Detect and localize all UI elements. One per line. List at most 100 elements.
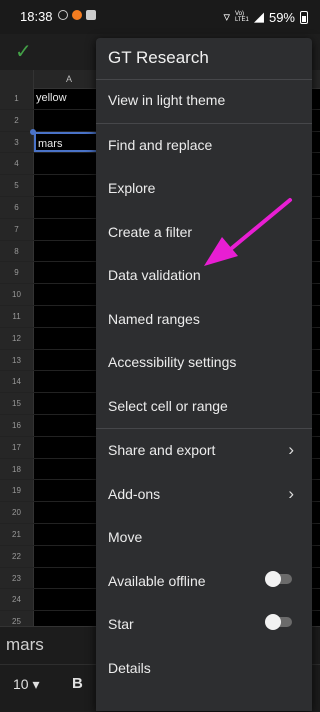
toggle-knob bbox=[265, 614, 281, 630]
cell[interactable] bbox=[34, 567, 104, 589]
chevron-right-icon: › bbox=[288, 484, 294, 503]
row-number[interactable]: 4 bbox=[0, 153, 34, 175]
chevron-right-icon: › bbox=[288, 440, 294, 459]
menu-title: GT Research bbox=[108, 48, 209, 67]
menu-item-label: Explore bbox=[108, 180, 156, 196]
row-number[interactable]: 8 bbox=[0, 240, 34, 262]
wifi-icon: ▿ bbox=[223, 9, 230, 24]
menu-item-add-ons[interactable]: Add-ons › bbox=[96, 473, 312, 516]
battery-icon bbox=[300, 10, 308, 24]
menu-item-details[interactable]: Details bbox=[96, 647, 312, 690]
row-number[interactable]: 23 bbox=[0, 567, 34, 589]
cell[interactable] bbox=[34, 502, 104, 523]
gallery-notification-icon bbox=[86, 10, 96, 20]
available-offline-toggle[interactable] bbox=[265, 571, 292, 587]
menu-item-move[interactable]: Move bbox=[96, 516, 312, 559]
cell[interactable] bbox=[34, 218, 104, 240]
row-number[interactable]: 2 bbox=[0, 109, 34, 131]
toggle-knob bbox=[265, 571, 281, 587]
row-number[interactable]: 17 bbox=[0, 436, 34, 458]
menu-item-accessibility-settings[interactable]: Accessibility settings bbox=[96, 341, 312, 384]
cell[interactable] bbox=[34, 414, 104, 436]
cell[interactable] bbox=[34, 371, 104, 393]
row-number[interactable]: 7 bbox=[0, 218, 34, 240]
menu-item-label: Share and export bbox=[108, 442, 216, 458]
cell[interactable] bbox=[34, 153, 104, 175]
menu-item-view-light-theme[interactable]: View in light theme bbox=[96, 79, 312, 122]
checkmark-icon[interactable]: ✓ bbox=[15, 39, 32, 64]
network-label: Vo) LTE1 bbox=[234, 11, 249, 23]
row-number[interactable]: 5 bbox=[0, 175, 34, 196]
selected-cell[interactable]: mars bbox=[34, 131, 104, 153]
cell[interactable] bbox=[34, 327, 104, 349]
menu-item-data-validation[interactable]: Data validation bbox=[96, 254, 312, 297]
select-all-corner[interactable] bbox=[0, 70, 34, 88]
row-number[interactable]: 9 bbox=[0, 262, 34, 284]
row-number[interactable]: 10 bbox=[0, 284, 34, 305]
row-number[interactable]: 15 bbox=[0, 393, 34, 414]
status-bar: 18:38 ▿ Vo) LTE1 ◢ 59% bbox=[0, 0, 320, 34]
cell[interactable] bbox=[34, 458, 104, 480]
row-number[interactable]: 24 bbox=[0, 589, 34, 611]
row-number[interactable]: 19 bbox=[0, 480, 34, 502]
cell[interactable] bbox=[34, 196, 104, 218]
menu-item-named-ranges[interactable]: Named ranges bbox=[96, 298, 312, 341]
cell[interactable] bbox=[34, 393, 104, 414]
notification-icon bbox=[58, 10, 68, 20]
menu-item-label: Find and replace bbox=[108, 137, 213, 153]
selection-handle[interactable] bbox=[30, 128, 36, 135]
column-header-a[interactable]: A bbox=[33, 70, 105, 88]
menu-item-star[interactable]: Star bbox=[96, 603, 312, 646]
formula-value[interactable]: mars bbox=[6, 635, 44, 655]
overflow-menu: GT Research View in light theme Find and… bbox=[96, 38, 312, 711]
row-number[interactable]: 3 bbox=[0, 131, 34, 153]
menu-item-label: Details bbox=[108, 660, 151, 676]
cell[interactable] bbox=[34, 109, 104, 131]
cell[interactable] bbox=[34, 436, 104, 458]
battery-percent: 59% bbox=[268, 9, 295, 25]
row-number[interactable]: 11 bbox=[0, 305, 34, 327]
row-number[interactable]: 16 bbox=[0, 414, 34, 436]
row-number[interactable]: 6 bbox=[0, 196, 34, 218]
cell[interactable] bbox=[34, 305, 104, 327]
row-number[interactable]: 13 bbox=[0, 349, 34, 371]
row-number[interactable]: 18 bbox=[0, 458, 34, 480]
menu-item-label: Create a filter bbox=[108, 224, 193, 240]
menu-item-share-export[interactable]: Share and export › bbox=[96, 429, 312, 472]
cell[interactable]: yellow bbox=[34, 88, 104, 109]
menu-item-label: Move bbox=[108, 529, 143, 545]
app-notification-icon bbox=[72, 10, 82, 20]
notification-icons bbox=[58, 10, 96, 20]
cell[interactable] bbox=[34, 589, 104, 611]
row-number[interactable]: 22 bbox=[0, 545, 34, 567]
menu-item-find-replace[interactable]: Find and replace bbox=[96, 124, 312, 167]
cell[interactable] bbox=[34, 262, 104, 284]
menu-item-label: Star bbox=[108, 616, 134, 632]
cell[interactable] bbox=[34, 523, 104, 545]
cell[interactable] bbox=[34, 240, 104, 262]
cell[interactable] bbox=[34, 545, 104, 567]
font-size-value: 10 bbox=[13, 676, 29, 692]
row-number[interactable]: 20 bbox=[0, 502, 34, 523]
bold-button[interactable]: B bbox=[72, 675, 83, 692]
row-number[interactable]: 12 bbox=[0, 327, 34, 349]
cell[interactable] bbox=[34, 175, 104, 196]
signal-icon: ◢ bbox=[253, 9, 264, 24]
menu-item-label: Data validation bbox=[108, 267, 201, 283]
cell[interactable] bbox=[34, 349, 104, 371]
menu-item-label: Select cell or range bbox=[108, 398, 228, 414]
status-time: 18:38 bbox=[20, 9, 53, 24]
menu-item-label: Add-ons bbox=[108, 486, 161, 502]
cell[interactable] bbox=[34, 480, 104, 502]
star-toggle[interactable] bbox=[265, 614, 292, 630]
menu-item-available-offline[interactable]: Available offline bbox=[96, 560, 312, 603]
menu-item-explore[interactable]: Explore bbox=[96, 167, 312, 210]
cell[interactable] bbox=[34, 284, 104, 305]
row-number[interactable]: 21 bbox=[0, 523, 34, 545]
row-number[interactable]: 14 bbox=[0, 371, 34, 393]
row-number[interactable]: 1 bbox=[0, 88, 34, 109]
font-size-dropdown[interactable]: 10 ▾ bbox=[13, 676, 40, 693]
menu-item-create-filter[interactable]: Create a filter bbox=[96, 211, 312, 254]
menu-item-label: View in light theme bbox=[108, 92, 226, 108]
menu-item-select-cell-range[interactable]: Select cell or range bbox=[96, 385, 312, 428]
